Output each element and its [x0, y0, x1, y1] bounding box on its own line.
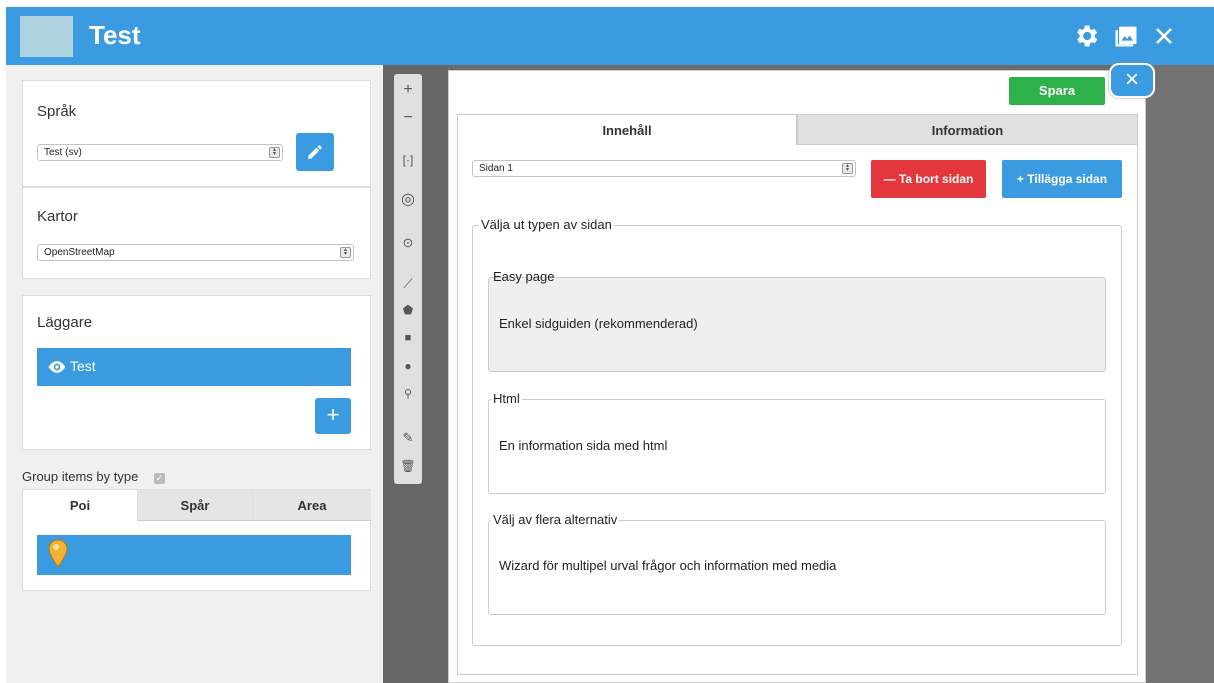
sidebar: Språk Test (sv) ▴ ▾ Kartor OpenStreetMap …	[6, 65, 383, 683]
layer-item[interactable]: Test	[37, 348, 351, 386]
maps-label: Kartor	[37, 208, 78, 225]
group-by-type-checkbox[interactable]: ✓	[154, 473, 165, 484]
circle-tool-icon[interactable]: ●	[394, 352, 422, 380]
gear-icon[interactable]	[1072, 22, 1100, 50]
zoom-in-button[interactable]: +	[394, 76, 422, 104]
tab-poi[interactable]: Poi	[23, 490, 138, 521]
close-icon[interactable]	[1150, 22, 1178, 50]
language-select[interactable]: Test (sv) ▴ ▾	[37, 144, 283, 161]
chevron-updown-icon: ▴ ▾	[842, 163, 853, 174]
zoom-out-button[interactable]: −	[394, 104, 422, 132]
option-html[interactable]: Html En information sida med html	[488, 391, 1106, 494]
app-title: Test	[89, 20, 141, 50]
locate-icon[interactable]: ◎	[394, 186, 422, 214]
layers-panel: Läggare Test +	[22, 295, 371, 450]
option-multiple-choice[interactable]: Välj av flera alternativ Wizard för mult…	[488, 512, 1106, 615]
map-pin-icon	[48, 539, 68, 568]
page-select[interactable]: Sidan 1 ▴ ▾	[472, 160, 856, 177]
edit-tool-icon[interactable]: ✎	[394, 424, 422, 452]
chevron-updown-icon: ▴ ▾	[269, 147, 280, 158]
remove-page-button[interactable]: — Ta bort sidan	[871, 160, 986, 198]
save-button[interactable]: Spara	[1009, 77, 1105, 105]
polyline-tool-icon[interactable]: ⟋	[394, 270, 422, 298]
option-easy-page[interactable]: Easy page Enkel sidguiden (rekommenderad…	[488, 269, 1106, 372]
maps-select[interactable]: OpenStreetMap ▴ ▾	[37, 244, 354, 261]
page-type-legend: Välja ut typen av sidan	[479, 217, 614, 232]
fit-bounds-icon[interactable]: [·]	[394, 146, 422, 174]
option-title: Välj av flera alternativ	[491, 512, 620, 527]
maps-panel: Kartor OpenStreetMap ▴ ▾	[22, 187, 371, 279]
language-panel: Språk Test (sv) ▴ ▾	[22, 80, 371, 187]
polygon-tool-icon[interactable]: ⬟	[394, 296, 422, 324]
image-icon[interactable]	[1112, 22, 1140, 50]
marker-tool-icon[interactable]: ⊙	[394, 229, 422, 257]
option-description: En information sida med html	[499, 438, 668, 453]
app-header: Test	[6, 7, 1214, 65]
map-toolbar: + − [·] ◎ ⊙ ⟋ ⬟ ■ ● ⚲ ✎ 🗑	[394, 74, 422, 484]
circle-marker-tool-icon[interactable]: ⚲	[394, 380, 422, 408]
edit-language-button[interactable]	[296, 133, 334, 171]
delete-tool-icon[interactable]: 🗑	[394, 452, 422, 480]
tab-area[interactable]: Area	[253, 490, 371, 521]
tab-innehall[interactable]: Innehåll	[457, 114, 797, 145]
map-area	[1143, 65, 1214, 683]
option-title: Html	[491, 391, 522, 406]
rectangle-tool-icon[interactable]: ■	[394, 324, 422, 352]
option-title: Easy page	[493, 269, 555, 284]
add-page-button[interactable]: + Tillägga sidan	[1002, 160, 1122, 198]
app-logo	[20, 16, 73, 57]
pencil-icon	[308, 145, 322, 159]
option-description: Enkel sidguiden (rekommenderad)	[499, 316, 698, 331]
poi-item[interactable]	[37, 535, 351, 575]
layers-label: Läggare	[37, 314, 93, 331]
group-by-type-label: Group items by type	[22, 469, 139, 484]
tab-spar[interactable]: Spår	[138, 490, 253, 521]
modal-close-button[interactable]: ×	[1109, 63, 1155, 98]
option-description: Wizard för multipel urval frågor och inf…	[499, 558, 837, 573]
type-tabs: Poi Spår Area	[22, 489, 371, 591]
eye-icon	[48, 361, 66, 373]
language-label: Språk	[37, 103, 77, 120]
add-layer-button[interactable]: +	[315, 398, 351, 434]
chevron-updown-icon: ▴ ▾	[340, 247, 351, 258]
tab-information[interactable]: Information	[797, 114, 1138, 145]
